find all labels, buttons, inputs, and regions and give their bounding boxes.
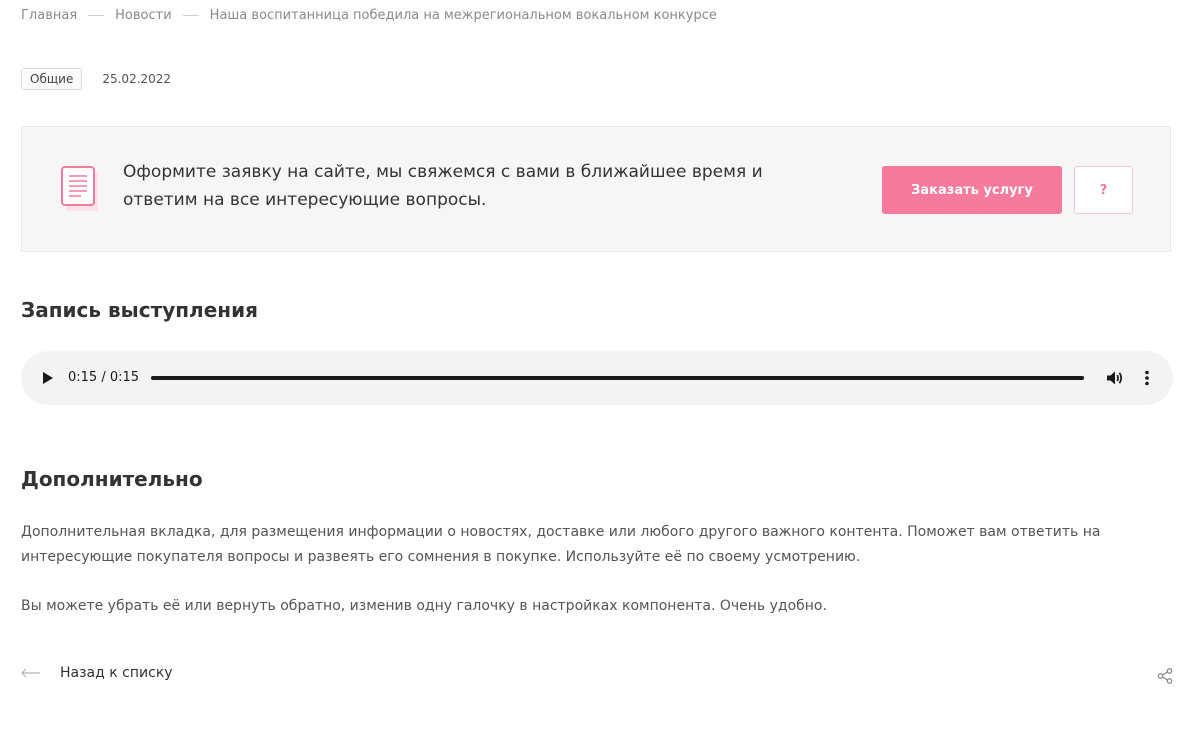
question-button[interactable]: ? bbox=[1074, 166, 1133, 214]
breadcrumb: Главная Новости Наша воспитанница победи… bbox=[21, 8, 717, 23]
section-title-record: Запись выступления bbox=[21, 298, 258, 322]
breadcrumb-separator bbox=[182, 15, 199, 16]
audio-time: 0:15 / 0:15 bbox=[68, 370, 140, 385]
extra-paragraph-1: Дополнительная вкладка, для размещения и… bbox=[21, 524, 1101, 565]
extra-paragraph-2: Вы можете убрать её или вернуть обратно,… bbox=[21, 598, 827, 614]
more-vertical-icon[interactable] bbox=[1137, 368, 1157, 388]
arrow-left-icon bbox=[21, 668, 40, 678]
share-icon[interactable] bbox=[1157, 668, 1173, 684]
back-to-list-label: Назад к списку bbox=[60, 665, 173, 681]
order-banner: Оформите заявку на сайте, мы свяжемся с … bbox=[21, 126, 1171, 252]
breadcrumb-home[interactable]: Главная bbox=[21, 8, 77, 23]
breadcrumb-news[interactable]: Новости bbox=[115, 8, 172, 23]
audio-progress-bar[interactable] bbox=[151, 376, 1084, 380]
article-meta: Общие 25.02.2022 bbox=[21, 68, 171, 90]
banner-text: Оформите заявку на сайте, мы свяжемся с … bbox=[123, 162, 763, 210]
document-icon bbox=[61, 166, 98, 211]
audio-progress-fill bbox=[151, 376, 1084, 380]
back-to-list-link[interactable]: Назад к списку bbox=[21, 665, 173, 681]
breadcrumb-separator bbox=[88, 15, 105, 16]
play-icon[interactable] bbox=[39, 369, 57, 387]
order-service-button[interactable]: Заказать услугу bbox=[882, 166, 1062, 214]
audio-player: 0:15 / 0:15 bbox=[21, 351, 1173, 405]
category-tag[interactable]: Общие bbox=[21, 68, 83, 90]
breadcrumb-current: Наша воспитанница победила на межрегиона… bbox=[209, 8, 717, 23]
publish-date: 25.02.2022 bbox=[102, 72, 172, 86]
section-title-extra: Дополнительно bbox=[21, 467, 203, 491]
volume-icon[interactable] bbox=[1104, 368, 1124, 388]
